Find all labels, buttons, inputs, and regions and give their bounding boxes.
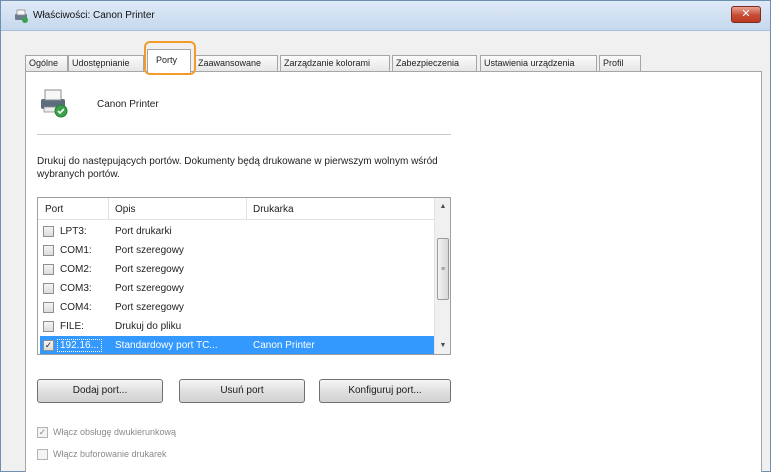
divider bbox=[37, 134, 451, 135]
tab-highlight-frame bbox=[144, 41, 196, 75]
column-description[interactable]: Opis bbox=[115, 204, 136, 215]
port-checkbox[interactable] bbox=[43, 245, 54, 256]
table-row[interactable]: FILE: Drukuj do pliku bbox=[40, 317, 434, 336]
window-title: Właściwości: Canon Printer bbox=[33, 10, 155, 21]
tab-sharing[interactable]: Udostępnianie bbox=[68, 55, 144, 71]
configure-port-button[interactable]: Konfiguruj port... bbox=[319, 379, 451, 403]
table-row[interactable]: COM1: Port szeregowy bbox=[40, 241, 434, 260]
delete-port-button[interactable]: Usuń port bbox=[179, 379, 305, 403]
port-description: Drukuj do pliku bbox=[115, 321, 182, 332]
ports-list-header: Port Opis Drukarka bbox=[38, 198, 434, 220]
scroll-thumb[interactable]: ≡ bbox=[437, 238, 449, 300]
title-bar[interactable]: Właściwości: Canon Printer ✕ bbox=[1, 1, 770, 31]
port-checkbox[interactable] bbox=[43, 226, 54, 237]
grip-icon: ≡ bbox=[441, 266, 446, 273]
tab-profile[interactable]: Profil bbox=[599, 55, 641, 71]
table-row[interactable]: COM2: Port szeregowy bbox=[40, 260, 434, 279]
bidirectional-label: Włącz obsługę dwukierunkową bbox=[53, 427, 177, 437]
column-printer[interactable]: Drukarka bbox=[253, 204, 294, 215]
port-checkbox[interactable] bbox=[43, 264, 54, 275]
scroll-down-icon[interactable]: ▼ bbox=[435, 337, 450, 354]
printer-icon bbox=[15, 9, 28, 23]
tab-device-settings[interactable]: Ustawienia urządzenia bbox=[480, 55, 597, 71]
bidirectional-checkbox[interactable]: ✓ bbox=[37, 427, 48, 438]
port-checkbox[interactable] bbox=[43, 283, 54, 294]
column-separator bbox=[246, 198, 247, 220]
port-name: FILE: bbox=[60, 321, 84, 332]
table-row[interactable]: LPT3: Port drukarki bbox=[40, 222, 434, 241]
port-name: COM2: bbox=[60, 264, 92, 275]
port-description: Port szeregowy bbox=[115, 283, 184, 294]
port-name: LPT3: bbox=[60, 226, 87, 237]
port-name: COM4: bbox=[60, 302, 92, 313]
close-button[interactable]: ✕ bbox=[731, 6, 761, 23]
port-description: Port szeregowy bbox=[115, 302, 184, 313]
pooling-checkbox[interactable] bbox=[37, 449, 48, 460]
port-checkbox[interactable] bbox=[43, 321, 54, 332]
table-row[interactable]: COM4: Port szeregowy bbox=[40, 298, 434, 317]
ports-list-scrollbar[interactable]: ▲ ≡ ▼ bbox=[434, 198, 450, 354]
table-row-selected[interactable]: ✓ 192.16... Standardowy port TC... Canon… bbox=[40, 336, 434, 354]
scroll-up-icon[interactable]: ▲ bbox=[435, 198, 450, 215]
tab-color-management[interactable]: Zarządzanie kolorami bbox=[280, 55, 390, 71]
port-checkbox[interactable]: ✓ bbox=[43, 340, 54, 351]
ports-description: Drukuj do następujących portów. Dokument… bbox=[37, 156, 438, 180]
tab-advanced[interactable]: Zaawansowane bbox=[194, 55, 278, 71]
ports-list[interactable]: Port Opis Drukarka LPT3: Port drukarki C… bbox=[37, 197, 451, 355]
port-name: COM3: bbox=[60, 283, 92, 294]
port-printer: Canon Printer bbox=[253, 340, 315, 351]
port-name: COM1: bbox=[60, 245, 92, 256]
tab-security[interactable]: Zabezpieczenia bbox=[392, 55, 477, 71]
port-description: Port szeregowy bbox=[115, 245, 184, 256]
port-name: 192.16... bbox=[57, 339, 102, 352]
column-port[interactable]: Port bbox=[45, 204, 63, 215]
properties-window: Właściwości: Canon Printer ✕ Ogólne Udos… bbox=[0, 0, 771, 472]
printer-name: Canon Printer bbox=[97, 99, 159, 110]
port-description: Port szeregowy bbox=[115, 264, 184, 275]
printer-large-icon bbox=[41, 89, 68, 118]
port-description: Port drukarki bbox=[115, 226, 172, 237]
port-checkbox[interactable] bbox=[43, 302, 54, 313]
pooling-label: Włącz buforowanie drukarek bbox=[53, 449, 167, 459]
column-separator bbox=[108, 198, 109, 220]
tab-general[interactable]: Ogólne bbox=[25, 55, 68, 71]
table-row[interactable]: COM3: Port szeregowy bbox=[40, 279, 434, 298]
add-port-button[interactable]: Dodaj port... bbox=[37, 379, 163, 403]
port-description: Standardowy port TC... bbox=[115, 340, 218, 351]
